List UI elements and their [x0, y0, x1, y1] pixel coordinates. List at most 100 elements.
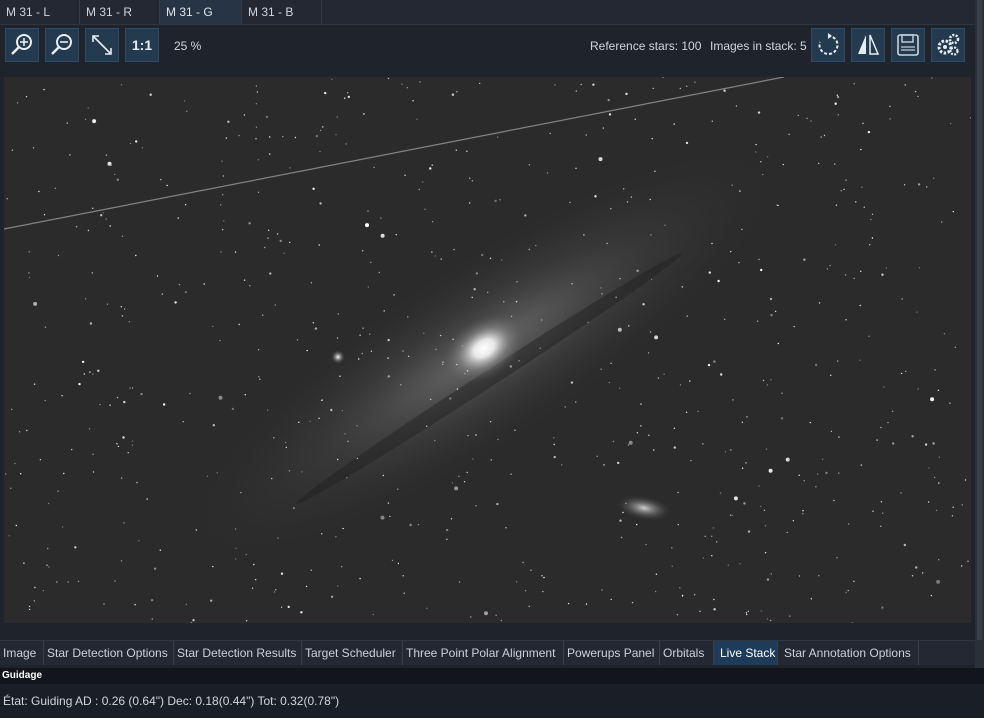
star: [28, 276, 31, 279]
star: [417, 523, 420, 526]
star: [689, 380, 691, 382]
flip-button[interactable]: [851, 28, 885, 62]
star: [880, 501, 883, 503]
star: [607, 98, 610, 102]
star: [141, 147, 144, 149]
star: [580, 83, 582, 86]
star: [479, 82, 481, 85]
star: [788, 133, 790, 136]
settings-button[interactable]: [931, 28, 965, 62]
star: [138, 540, 140, 542]
star: [853, 277, 855, 280]
star: [87, 107, 89, 109]
star: [503, 301, 505, 303]
star: [837, 360, 839, 362]
right-scrollbar[interactable]: [975, 0, 984, 718]
zoom-level: 25 %: [174, 39, 202, 53]
one-to-one-button[interactable]: 1:1: [125, 28, 159, 62]
star: [258, 376, 260, 378]
star: [619, 387, 621, 389]
star: [380, 515, 385, 520]
scrollbar-thumb[interactable]: [977, 0, 982, 640]
zoom-out-button[interactable]: [45, 28, 79, 62]
star: [253, 563, 255, 566]
star: [615, 296, 617, 298]
tab-m31-g[interactable]: M 31 - G: [160, 0, 242, 24]
star: [766, 578, 770, 581]
star: [344, 433, 346, 435]
star: [222, 194, 224, 196]
star: [453, 248, 455, 251]
star: [34, 586, 36, 589]
star: [903, 184, 906, 186]
star: [933, 177, 935, 179]
rotate-icon: [818, 33, 839, 55]
star: [28, 605, 31, 608]
star: [33, 383, 36, 385]
tab-orbitals[interactable]: Orbitals: [660, 641, 714, 665]
tab-m31-l[interactable]: M 31 - L: [0, 0, 80, 24]
tab-star-annotation-options[interactable]: Star Annotation Options: [778, 641, 919, 665]
star: [416, 118, 418, 120]
star: [845, 179, 847, 181]
zoom-in-button[interactable]: [5, 28, 39, 62]
fit-to-screen-button[interactable]: [85, 28, 119, 62]
star: [738, 261, 740, 264]
star: [777, 204, 779, 207]
star: [774, 310, 777, 313]
tab-image[interactable]: Image: [0, 641, 44, 665]
star: [456, 91, 458, 93]
star: [116, 396, 119, 399]
star: [724, 318, 726, 320]
star: [44, 399, 46, 402]
star: [679, 384, 682, 386]
star: [33, 301, 38, 306]
star: [245, 553, 247, 556]
star: [280, 606, 283, 608]
star: [892, 442, 895, 445]
tab-powerups-panel[interactable]: Powerups Panel: [564, 641, 660, 665]
star: [430, 398, 432, 400]
tab-live-stack[interactable]: Live Stack: [714, 641, 778, 665]
star: [43, 88, 45, 91]
star: [57, 490, 59, 492]
save-button[interactable]: [891, 28, 925, 62]
star: [900, 372, 903, 375]
star: [653, 449, 655, 451]
image-viewer[interactable]: [4, 77, 971, 623]
star: [57, 254, 60, 257]
star: [251, 587, 254, 589]
star: [370, 350, 373, 352]
star: [657, 377, 660, 379]
tab-m31-b[interactable]: M 31 - B: [242, 0, 322, 24]
tab-star-detection-results[interactable]: Star Detection Results: [174, 641, 302, 665]
star: [542, 590, 544, 593]
tab-m31-r[interactable]: M 31 - R: [80, 0, 160, 24]
star: [48, 502, 50, 505]
star: [310, 282, 313, 284]
star: [359, 577, 361, 580]
tab-three-point-polar-alignment[interactable]: Three Point Polar Alignment: [403, 641, 564, 665]
star: [554, 84, 556, 86]
tab-target-scheduler[interactable]: Target Scheduler: [302, 641, 403, 665]
star: [100, 214, 103, 217]
star: [569, 201, 571, 204]
star: [406, 87, 409, 89]
star: [121, 235, 124, 237]
star: [337, 585, 339, 587]
star: [32, 147, 35, 149]
star: [203, 283, 205, 285]
star: [401, 83, 403, 85]
star: [458, 581, 461, 583]
star: [961, 565, 963, 567]
rotate-button[interactable]: [811, 28, 845, 62]
star: [859, 304, 861, 307]
star: [123, 400, 126, 404]
star: [883, 386, 885, 388]
tab-star-detection-options[interactable]: Star Detection Options: [44, 641, 174, 665]
star: [770, 313, 773, 317]
star: [602, 127, 605, 129]
star: [561, 464, 563, 466]
star: [77, 580, 80, 583]
star: [336, 116, 338, 118]
